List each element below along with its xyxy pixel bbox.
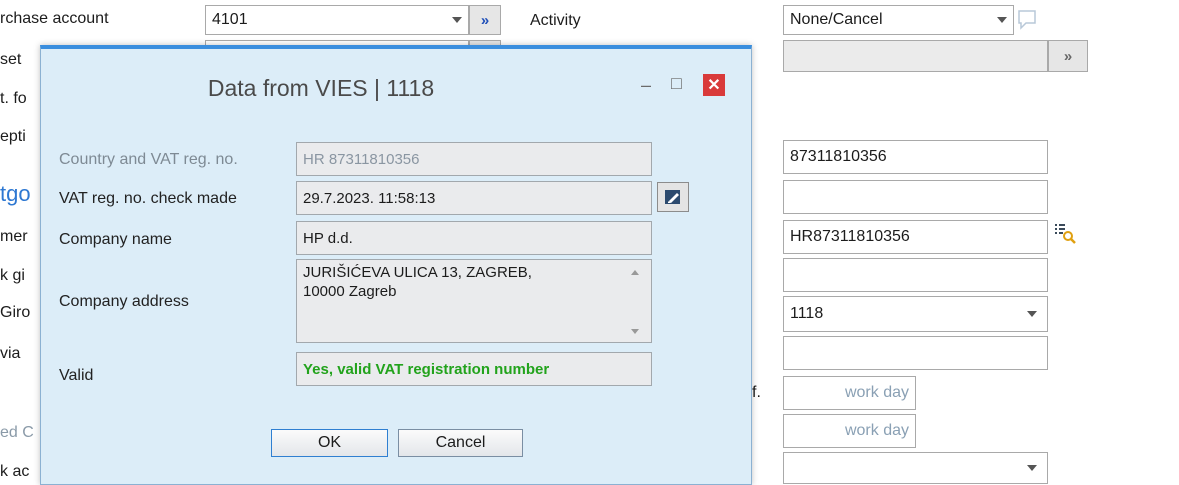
scroll-up-icon[interactable]	[631, 270, 639, 275]
activity-value: None/Cancel	[790, 11, 883, 28]
cancel-button-label: Cancel	[435, 434, 486, 451]
accounts-label: t. fo	[0, 90, 27, 107]
country-vat-value: HR 87311810356	[303, 150, 420, 168]
empty-field-1[interactable]	[783, 180, 1048, 214]
chevron-down-icon	[1027, 311, 1037, 317]
check-made-field: 29.7.2023. 11:58:13	[296, 181, 652, 215]
vies-data-dialog: Data from VIES | 1118 – □ ✕ Country and …	[40, 45, 752, 485]
company-name-value: HP d.d.	[303, 229, 353, 247]
e-giro-label: Giro	[0, 304, 31, 321]
purchase-account-label: rchase account	[0, 10, 109, 27]
cancel-button[interactable]: Cancel	[398, 429, 523, 457]
ok-button[interactable]: OK	[271, 429, 388, 457]
company-address-label: Company address	[59, 293, 189, 310]
valid-field: Yes, valid VAT registration number	[296, 352, 652, 386]
dialog-title: Data from VIES | 1118	[207, 75, 435, 101]
code-value: 1118	[790, 305, 824, 322]
reception-label: epti	[0, 128, 26, 145]
number-label: mer	[0, 228, 28, 245]
vat-number-field[interactable]: 87311810356	[783, 140, 1048, 174]
purchase-account-value: 4101	[212, 11, 248, 28]
close-icon: ✕	[707, 77, 721, 94]
company-address-line1: JURIŠIĆEVA ULICA 13, ZAGREB,	[303, 264, 532, 281]
chevron-down-icon	[997, 17, 1007, 23]
f-label: f.	[752, 384, 761, 401]
work-day-field-1[interactable]: work day	[783, 376, 916, 410]
company-name-label: Company name	[59, 231, 172, 248]
scroll-down-icon[interactable]	[631, 329, 639, 334]
valid-value: Yes, valid VAT registration number	[303, 360, 550, 378]
double-chevron-right-icon: »	[480, 11, 490, 29]
country-vat-field: HR 87311810356	[296, 142, 652, 176]
purchase-account-select[interactable]: 4101	[205, 5, 469, 35]
valid-label: Valid	[59, 367, 94, 384]
work-day-value-1: work day	[844, 384, 909, 401]
chevron-down-icon	[452, 17, 462, 23]
edit-check-button[interactable]	[657, 182, 689, 212]
bank-account-select[interactable]	[783, 452, 1048, 484]
purchase-account-open-button[interactable]: »	[469, 5, 501, 35]
company-address-field[interactable]: JURIŠIĆEVA ULICA 13, ZAGREB, 10000 Zagre…	[296, 259, 652, 343]
check-made-value: 29.7.2023. 11:58:13	[303, 189, 436, 207]
country-vat-label: Country and VAT reg. no.	[59, 151, 238, 168]
outgoing-section-heading: tgo	[0, 181, 31, 206]
close-button[interactable]: ✕	[703, 74, 725, 96]
vat-id-field[interactable]: HR87311810356	[783, 220, 1048, 254]
ok-button-label: OK	[317, 434, 342, 451]
minimize-button[interactable]: –	[641, 75, 651, 96]
vat-number-value: 87311810356	[790, 148, 887, 165]
edit-pencil-icon	[665, 190, 680, 204]
bank-account-label: k ac	[0, 463, 30, 480]
asset-readonly-field	[783, 40, 1048, 72]
bank-giro-label: k gi	[0, 267, 25, 284]
maximize-button[interactable]: □	[671, 73, 682, 94]
check-made-label: VAT reg. no. check made	[59, 190, 237, 207]
empty-field-3[interactable]	[783, 336, 1048, 370]
company-address-line2: 10000 Zagreb	[303, 283, 397, 300]
double-chevron-right-icon: »	[1063, 47, 1073, 65]
comment-bubble-icon[interactable]	[1016, 8, 1038, 32]
activity-select[interactable]: None/Cancel	[783, 5, 1014, 35]
vat-id-value: HR87311810356	[790, 228, 910, 245]
code-select[interactable]: 1118	[783, 296, 1048, 332]
activity-label: Activity	[530, 12, 581, 29]
work-day-field-2[interactable]: work day	[783, 414, 916, 448]
via-label: via	[0, 345, 21, 362]
work-day-value-2: work day	[844, 422, 909, 439]
asset-readonly-open-button[interactable]: »	[1048, 40, 1088, 72]
chevron-down-icon	[1027, 465, 1037, 471]
created-label: ed C	[0, 424, 34, 441]
search-list-icon[interactable]	[1054, 222, 1076, 244]
company-name-field: HP d.d.	[296, 221, 652, 255]
empty-field-2[interactable]	[783, 258, 1048, 292]
asset-label: set	[0, 51, 22, 68]
